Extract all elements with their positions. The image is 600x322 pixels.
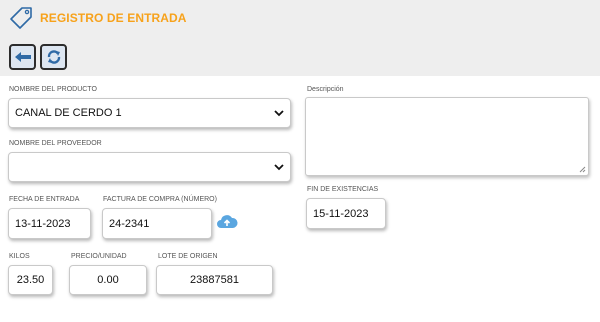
chevron-down-icon — [272, 109, 286, 117]
producto-value: CANAL DE CERDO 1 — [15, 107, 122, 119]
proveedor-label: NOMBRE DEL PROVEEDOR — [9, 140, 102, 147]
lote-value: 23887581 — [190, 274, 239, 286]
arrow-left-icon — [14, 52, 31, 62]
precio-value: 0.00 — [97, 274, 119, 286]
producto-label: NOMBRE DEL PRODUCTO — [9, 86, 97, 93]
refresh-button[interactable] — [40, 44, 67, 70]
lote-input[interactable]: 23887581 — [156, 265, 273, 295]
proveedor-select[interactable] — [8, 152, 291, 182]
resize-handle-icon[interactable] — [579, 166, 586, 173]
chevron-down-icon — [272, 163, 286, 171]
refresh-icon — [47, 50, 60, 64]
fecha-entrada-input[interactable]: 13-11-2023 — [8, 208, 91, 239]
page-title: REGISTRO DE ENTRADA — [40, 11, 187, 25]
kilos-label: KILOS — [9, 253, 30, 260]
back-button[interactable] — [9, 44, 36, 70]
cloud-upload-icon[interactable] — [216, 213, 238, 229]
descripcion-label: Descripción — [307, 86, 344, 93]
factura-label: FACTURA DE COMPRA (NÚMERO) — [103, 196, 217, 203]
producto-select[interactable]: CANAL DE CERDO 1 — [8, 98, 291, 128]
fecha-entrada-value: 13-11-2023 — [15, 217, 71, 230]
fin-existencias-label: FIN DE EXISTENCIAS — [307, 186, 379, 193]
header-bar: REGISTRO DE ENTRADA — [0, 0, 600, 76]
factura-value: 24-2341 — [109, 217, 150, 230]
fin-existencias-input[interactable]: 15-11-2023 — [306, 198, 386, 229]
factura-input[interactable]: 24-2341 — [102, 208, 212, 239]
tag-icon — [10, 7, 32, 29]
precio-input[interactable]: 0.00 — [69, 265, 147, 295]
fecha-entrada-label: FECHA DE ENTRADA — [9, 196, 80, 203]
lote-label: LOTE DE ORIGEN — [158, 253, 218, 260]
kilos-input[interactable]: 23.50 — [8, 265, 53, 295]
descripcion-textarea[interactable] — [305, 97, 589, 176]
fin-existencias-value: 15-11-2023 — [313, 207, 369, 220]
precio-label: PRECIO/UNIDAD — [71, 253, 127, 260]
kilos-value: 23.50 — [16, 274, 45, 286]
